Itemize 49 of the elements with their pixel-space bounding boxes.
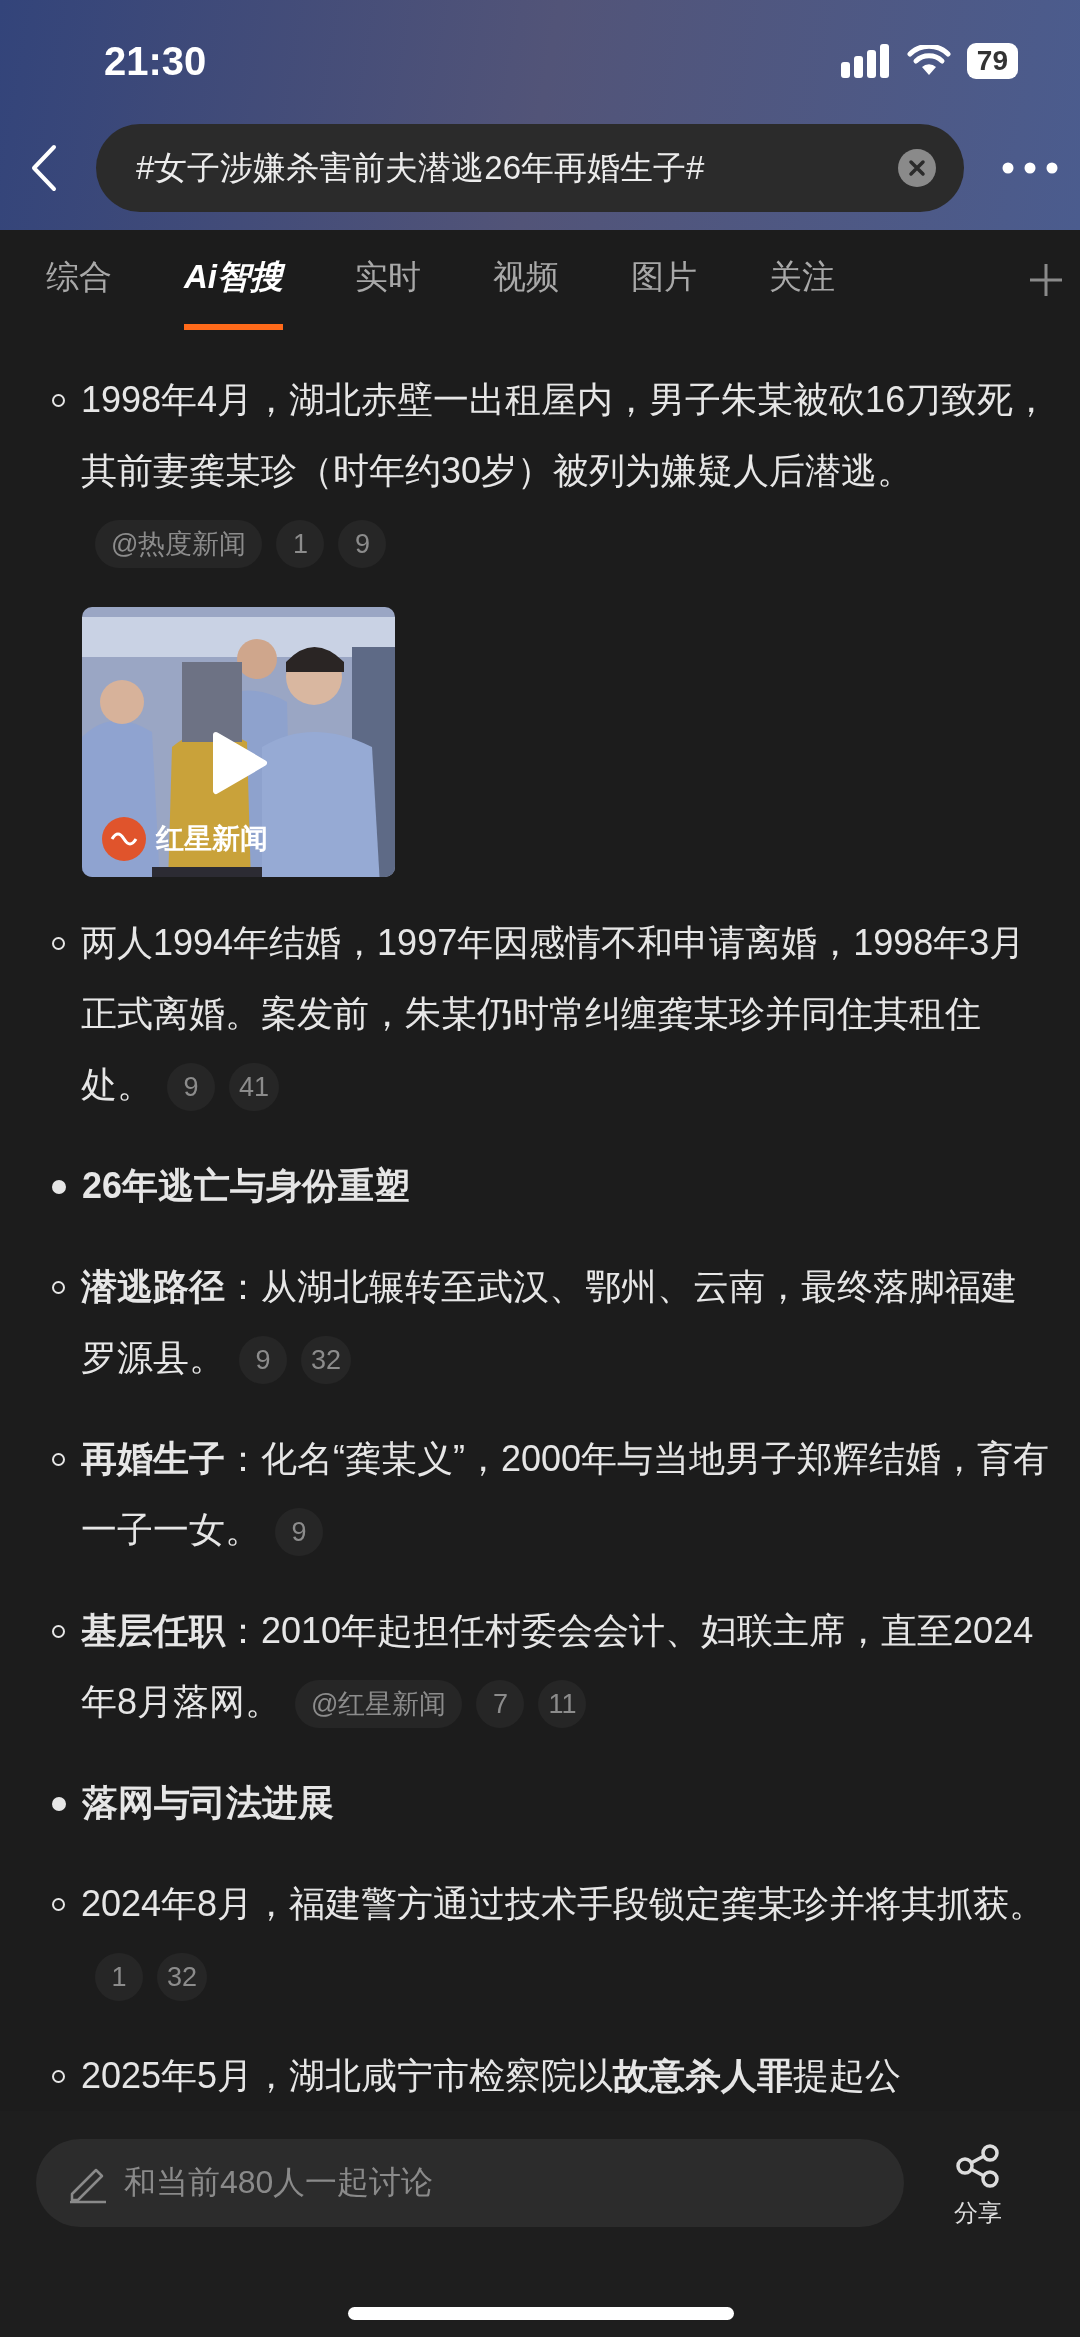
bullet-icon (52, 1797, 66, 1811)
citation-chip[interactable]: 9 (239, 1336, 287, 1385)
source-chip[interactable]: @红星新闻 (295, 1680, 463, 1729)
comment-field[interactable]: 和当前480人一起讨论 (36, 2139, 904, 2227)
play-icon[interactable] (212, 731, 268, 795)
citation-chip[interactable]: 9 (338, 520, 387, 569)
bullet-text: 基层任职：2010年起担任村委会会计、妇联主席，直至2024年8月落网。 @红星新闻 7 11 (81, 1595, 1050, 1737)
tab[interactable]: 实时 (355, 230, 421, 330)
wifi-icon (906, 45, 951, 77)
bullet-text: 再婚生子：化名“龚某义”，2000年与当地男子郑辉结婚，育有一子一女。 9 (81, 1423, 1050, 1565)
citation-chip[interactable]: 1 (276, 520, 325, 569)
citation-chip[interactable]: 11 (538, 1680, 587, 1729)
more-icon[interactable] (1002, 162, 1058, 174)
share-button[interactable]: 分享 (954, 2139, 1002, 2229)
news-logo-icon (102, 817, 146, 861)
clear-icon[interactable] (898, 149, 936, 187)
tab[interactable]: 视频 (493, 230, 559, 330)
battery-indicator: 79 (966, 43, 1018, 79)
citation-chip[interactable]: 41 (229, 1063, 280, 1112)
bullet-text: 2025年5月，湖北咸宁市检察院以故意杀人罪提起公 (81, 2054, 903, 2098)
bullet-icon (52, 1180, 66, 1194)
citation-chip[interactable]: 7 (476, 1680, 525, 1729)
search-field[interactable]: #女子涉嫌杀害前夫潜逃26年再婚生子# (96, 124, 964, 212)
bullet-text: 潜逃路径：从湖北辗转至武汉、鄂州、云南，最终落脚福建罗源县。 9 32 (81, 1251, 1050, 1393)
citation-chip[interactable]: 1 (95, 1953, 143, 2002)
bullet-icon (52, 1898, 65, 1911)
section-heading: 落网与司法进展 (82, 1782, 334, 1823)
status-time: 21:30 (104, 38, 207, 84)
bullet-icon (52, 1281, 65, 1294)
bullet-icon (52, 937, 65, 950)
bullet-text: 两人1994年结婚，1997年因感情不和申请离婚，1998年3月正式离婚。案发前，朱某仍时常纠缠龚某珍并同住其租住处。 9 41 (81, 907, 1050, 1120)
add-icon[interactable] (1028, 262, 1064, 298)
bullet-text: 2024年8月，福建警方通过技术手段锁定龚某珍并将其抓获。 1 32 (81, 1868, 1050, 2010)
section-heading: 26年逃亡与身份重塑 (82, 1165, 411, 1206)
bullet-icon (52, 1625, 65, 1638)
signal-icon (840, 44, 891, 78)
share-icon (955, 2143, 1001, 2189)
citation-chip[interactable]: 9 (167, 1063, 215, 1112)
citation-chip[interactable]: 32 (301, 1336, 352, 1385)
tab[interactable]: 关注 (769, 230, 835, 330)
bullet-text: 1998年4月，湖北赤壁一出租屋内，男子朱某被砍16刀致死，其前妻龚某珍（时年约30岁）被列为嫌疑人后潜逃。 @热度新闻 1 9 (81, 364, 1050, 577)
bullet-icon (52, 1453, 65, 1466)
source-chip[interactable]: @热度新闻 (95, 520, 263, 569)
citation-chip[interactable]: 9 (275, 1508, 323, 1557)
tab[interactable]: 图片 (631, 230, 697, 330)
tab[interactable]: 综合 (46, 230, 112, 330)
bullet-icon (52, 394, 65, 407)
bullet-icon (52, 2070, 65, 2083)
citation-chip[interactable]: 32 (157, 1953, 208, 2002)
